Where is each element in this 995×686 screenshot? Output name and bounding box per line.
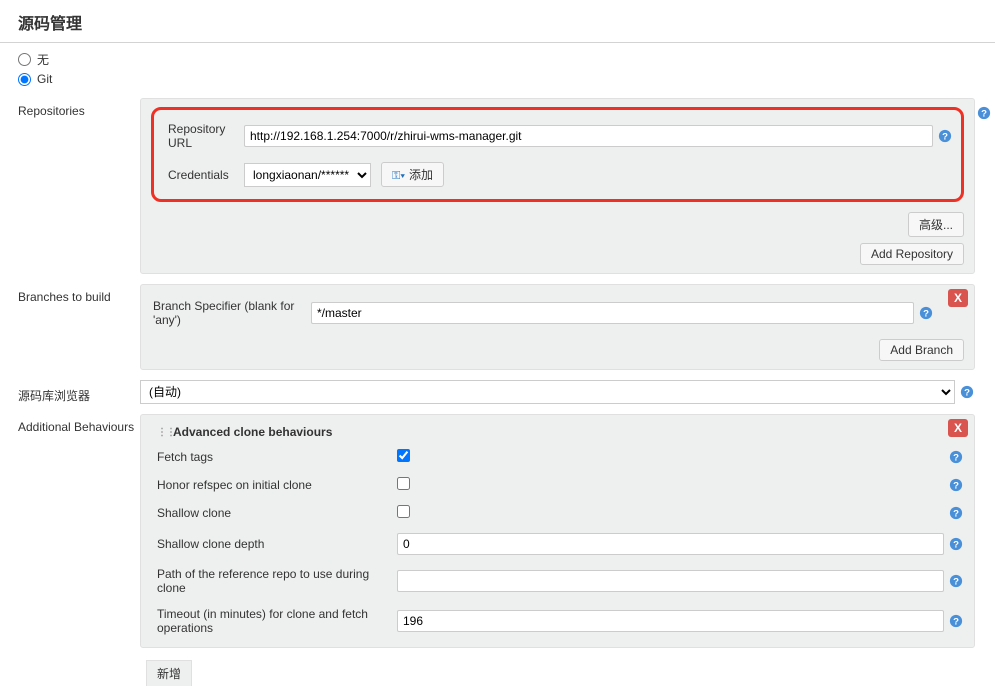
svg-text:?: ? — [953, 481, 959, 492]
branch-specifier-label: Branch Specifier (blank for 'any') — [151, 299, 311, 327]
section-title: 源码管理 — [18, 16, 82, 33]
shallow-clone-label: Shallow clone — [151, 506, 397, 520]
repo-url-input[interactable] — [244, 125, 933, 147]
scm-option-none[interactable]: 无 — [18, 49, 977, 70]
credentials-label: Credentials — [162, 168, 244, 182]
highlight-box: Repository URL ? Credentials longxi — [151, 107, 964, 202]
svg-text:?: ? — [981, 109, 987, 120]
svg-text:?: ? — [953, 453, 959, 464]
credentials-select[interactable]: longxiaonan/****** — [244, 163, 371, 187]
repo-url-label: Repository URL — [162, 122, 244, 150]
delete-behaviour-button[interactable]: X — [948, 419, 968, 437]
svg-text:?: ? — [953, 577, 959, 588]
behaviours-label: Additional Behaviours — [0, 414, 140, 434]
honor-refspec-label: Honor refspec on initial clone — [151, 478, 397, 492]
fetch-tags-checkbox[interactable] — [397, 449, 410, 462]
branch-specifier-input[interactable] — [311, 302, 914, 324]
help-icon[interactable]: ? — [948, 505, 964, 521]
behaviour-title-row: ⋮⋮ Advanced clone behaviours — [151, 421, 964, 443]
add-behaviour-button[interactable]: 新增 — [146, 660, 192, 686]
browser-select[interactable]: (自动) — [140, 380, 955, 404]
add-credentials-button[interactable]: ⚿▾添加 — [381, 162, 444, 187]
help-icon[interactable]: ? — [948, 573, 964, 589]
ref-repo-label: Path of the reference repo to use during… — [151, 567, 397, 595]
branches-label: Branches to build — [0, 284, 140, 304]
scm-radio-group: 无 Git — [0, 43, 995, 94]
drag-handle-icon[interactable]: ⋮⋮ — [157, 427, 167, 438]
help-icon[interactable]: ? — [959, 384, 975, 400]
section-header: 源码管理 — [0, 0, 995, 43]
help-icon[interactable]: ? — [948, 536, 964, 552]
add-branch-button[interactable]: Add Branch — [879, 339, 964, 361]
svg-text:?: ? — [942, 132, 948, 143]
scm-none-label: 无 — [37, 51, 49, 68]
svg-text:?: ? — [964, 388, 970, 399]
ref-repo-input[interactable] — [397, 570, 944, 592]
svg-text:?: ? — [953, 617, 959, 628]
help-icon[interactable]: ? — [976, 105, 992, 121]
repositories-label: Repositories — [0, 98, 140, 118]
help-icon[interactable]: ? — [918, 305, 934, 321]
help-icon[interactable]: ? — [937, 128, 953, 144]
shallow-depth-label: Shallow clone depth — [151, 537, 397, 551]
honor-refspec-checkbox[interactable] — [397, 477, 410, 490]
scm-radio-git[interactable] — [18, 73, 31, 86]
key-icon: ⚿▾ — [392, 170, 405, 182]
help-icon[interactable]: ? — [948, 613, 964, 629]
behaviour-title: Advanced clone behaviours — [173, 425, 332, 439]
fetch-tags-label: Fetch tags — [151, 450, 397, 464]
shallow-clone-checkbox[interactable] — [397, 505, 410, 518]
svg-text:?: ? — [953, 540, 959, 551]
scm-radio-none[interactable] — [18, 53, 31, 66]
delete-branch-button[interactable]: X — [948, 289, 968, 307]
svg-text:?: ? — [923, 309, 929, 320]
help-icon[interactable]: ? — [948, 477, 964, 493]
browser-label: 源码库浏览器 — [0, 381, 140, 404]
timeout-input[interactable] — [397, 610, 944, 632]
add-repository-button[interactable]: Add Repository — [860, 243, 964, 265]
timeout-label: Timeout (in minutes) for clone and fetch… — [151, 607, 397, 635]
help-icon[interactable]: ? — [948, 449, 964, 465]
scm-option-git[interactable]: Git — [18, 70, 977, 88]
advanced-button[interactable]: 高级... — [908, 212, 964, 237]
svg-text:?: ? — [953, 509, 959, 520]
shallow-depth-input[interactable] — [397, 533, 944, 555]
scm-git-label: Git — [37, 72, 52, 86]
